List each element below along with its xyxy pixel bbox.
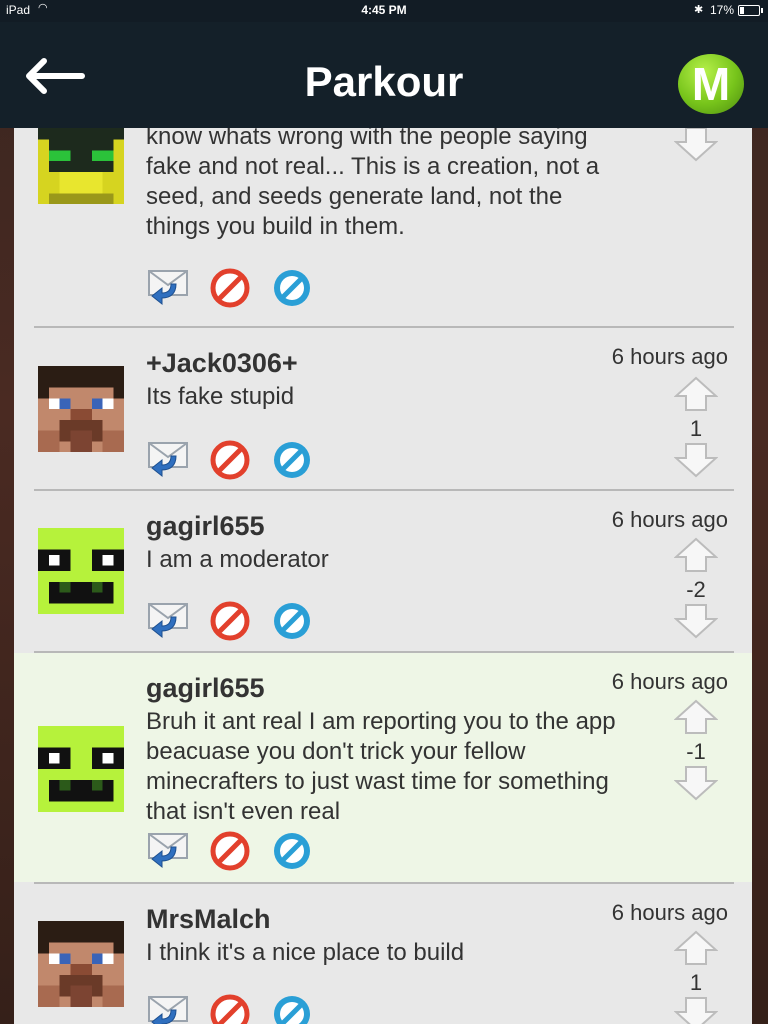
comment-username[interactable]: gagirl655 xyxy=(146,511,265,542)
status-time: 4:45 PM xyxy=(361,3,407,17)
upvote-arrow-icon[interactable] xyxy=(674,699,718,740)
reply-mail-icon[interactable] xyxy=(146,831,190,874)
downvote-arrow-icon[interactable] xyxy=(674,442,718,483)
navigation-bar: Parkour M xyxy=(0,22,768,128)
downvote-arrow-icon[interactable] xyxy=(674,128,718,167)
reply-mail-icon[interactable] xyxy=(146,994,190,1024)
block-icon[interactable] xyxy=(272,831,312,876)
comment-list[interactable]: know whats wrong with the people saying … xyxy=(14,128,752,1024)
report-icon[interactable] xyxy=(210,994,250,1024)
comment-item: know whats wrong with the people saying … xyxy=(14,128,752,328)
block-icon[interactable] xyxy=(272,601,312,646)
upvote-arrow-icon[interactable] xyxy=(674,930,718,971)
upvote-arrow-icon[interactable] xyxy=(674,376,718,417)
report-icon[interactable] xyxy=(210,601,250,646)
block-icon[interactable] xyxy=(272,268,312,313)
vote-score: -2 xyxy=(686,577,706,602)
app-logo-button[interactable]: M xyxy=(678,54,744,114)
comment-timestamp: 6 hours ago xyxy=(611,669,728,694)
comment-item: MrsMalch 6 hours ago I think it's a nice… xyxy=(14,884,752,1024)
status-bar: iPad ◠ 4:45 PM ✱ 17% xyxy=(0,0,768,22)
battery-percent: 17% xyxy=(710,3,735,17)
upvote-arrow-icon[interactable] xyxy=(674,537,718,578)
yellow-mob-avatar xyxy=(33,128,129,204)
downvote-arrow-icon[interactable] xyxy=(674,603,718,644)
comment-username[interactable]: +Jack0306+ xyxy=(146,348,298,379)
reply-mail-icon[interactable] xyxy=(146,601,190,644)
downvote-arrow-icon[interactable] xyxy=(674,765,718,806)
block-icon[interactable] xyxy=(272,440,312,485)
comment-body: Bruh it ant real I am reporting you to t… xyxy=(146,708,616,825)
green-mob-avatar xyxy=(33,726,129,812)
vote-score: 1 xyxy=(689,416,703,441)
battery-icon xyxy=(738,5,763,16)
vote-score: 1 xyxy=(689,970,703,995)
page-title: Parkour xyxy=(304,58,464,105)
reply-mail-icon[interactable] xyxy=(146,268,190,311)
report-icon[interactable] xyxy=(210,831,250,876)
report-icon[interactable] xyxy=(210,440,250,485)
vote-score: -1 xyxy=(686,739,706,764)
steve-avatar xyxy=(33,921,129,1007)
comment-username[interactable]: MrsMalch xyxy=(146,904,271,935)
block-icon[interactable] xyxy=(272,994,312,1024)
comment-timestamp: 6 hours ago xyxy=(611,900,728,925)
comment-body: Its fake stupid xyxy=(146,383,295,410)
comment-timestamp: 6 hours ago xyxy=(611,344,728,369)
comment-item: gagirl655 6 hours ago I am a moderator -… xyxy=(14,491,752,651)
comment-timestamp: 6 hours ago xyxy=(611,507,728,532)
logo-letter: M xyxy=(691,58,731,110)
steve-avatar xyxy=(33,366,129,452)
comment-item-highlighted: gagirl655 6 hours ago Bruh it ant real I… xyxy=(14,653,752,882)
comment-body: I am a moderator xyxy=(146,546,329,573)
comment-item: +Jack0306+ 6 hours ago Its fake stupid 1 xyxy=(14,328,752,490)
comment-body: I think it's a nice place to build xyxy=(146,939,465,966)
bluetooth-icon: ✱ xyxy=(694,4,704,16)
comment-username[interactable]: gagirl655 xyxy=(146,673,265,704)
downvote-arrow-icon[interactable] xyxy=(674,996,718,1024)
comment-body: know whats wrong with the people saying … xyxy=(146,128,600,240)
green-mob-avatar xyxy=(33,528,129,614)
reply-mail-icon[interactable] xyxy=(146,440,190,483)
report-icon[interactable] xyxy=(210,268,250,313)
